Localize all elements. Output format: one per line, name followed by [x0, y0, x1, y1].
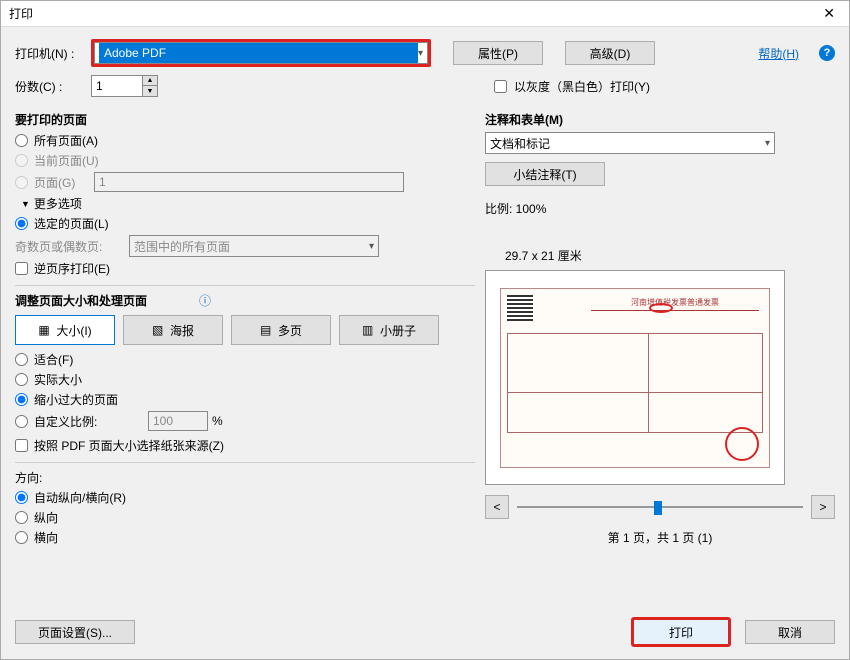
landscape-label: 横向 — [34, 529, 58, 546]
chevron-down-icon: ▾ — [418, 48, 423, 59]
preview-doc-title: 河南增值税发票普通发票 — [591, 297, 759, 311]
chevron-down-icon: ▾ — [369, 241, 374, 252]
booklet-icon: ▥ — [362, 323, 376, 337]
odd-even-value: 范围中的所有页面 — [134, 238, 230, 255]
tab-multiple[interactable]: ▤ 多页 — [231, 315, 331, 345]
tab-poster[interactable]: ▧ 海报 — [123, 315, 223, 345]
window-title: 打印 — [9, 5, 33, 22]
spin-up-icon[interactable]: ▲ — [143, 76, 157, 86]
more-options-label: 更多选项 — [34, 195, 82, 212]
all-pages-radio[interactable] — [15, 134, 28, 147]
selected-pages-label: 选定的页面(L) — [34, 215, 109, 232]
auto-orientation-label: 自动纵向/横向(R) — [34, 489, 126, 506]
close-icon[interactable]: ✕ — [817, 5, 841, 22]
cancel-button[interactable]: 取消 — [745, 620, 835, 644]
portrait-label: 纵向 — [34, 509, 58, 526]
current-page-label: 当前页面(U) — [34, 152, 99, 169]
tab-booklet[interactable]: ▥ 小册子 — [339, 315, 439, 345]
selected-pages-radio[interactable] — [15, 217, 28, 230]
tab-booklet-label: 小册子 — [380, 322, 416, 339]
grayscale-label: 以灰度（黑白色）打印(Y) — [514, 78, 650, 95]
help-link[interactable]: 帮助(H) — [758, 45, 799, 62]
shrink-label: 缩小过大的页面 — [34, 391, 118, 408]
custom-scale-label: 自定义比例: — [34, 413, 144, 430]
actual-size-label: 实际大小 — [34, 371, 82, 388]
tab-poster-label: 海报 — [170, 322, 194, 339]
orientation-title: 方向: — [15, 469, 475, 486]
comments-dropdown[interactable]: 文档和标记 ▾ — [485, 132, 775, 154]
preview-document: 河南增值税发票普通发票 — [500, 288, 770, 468]
info-icon[interactable]: ⓘ — [199, 292, 211, 309]
printer-dropdown[interactable]: Adobe PDF ▾ — [94, 42, 428, 64]
page-info: 第 1 页，共 1 页 (1) — [485, 529, 835, 546]
comments-value: 文档和标记 — [490, 135, 550, 152]
multiple-icon: ▤ — [260, 323, 274, 337]
sizing-title: 调整页面大小和处理页面 — [15, 292, 147, 309]
choose-paper-checkbox[interactable] — [15, 439, 28, 452]
prev-page-button[interactable]: < — [485, 495, 509, 519]
more-options-expander[interactable]: ▼ 更多选项 — [21, 195, 475, 212]
choose-paper-label: 按照 PDF 页面大小选择纸张来源(Z) — [34, 437, 224, 454]
comments-title: 注释和表单(M) — [485, 111, 835, 128]
portrait-radio[interactable] — [15, 511, 28, 524]
pages-range-label: 页面(G) — [34, 174, 90, 191]
tab-size[interactable]: ▦ 大小(I) — [15, 315, 115, 345]
page-setup-button[interactable]: 页面设置(S)... — [15, 620, 135, 644]
pages-to-print-title: 要打印的页面 — [15, 111, 475, 128]
chevron-down-icon: ▾ — [765, 138, 770, 149]
print-button[interactable]: 打印 — [631, 617, 731, 647]
page-slider[interactable] — [517, 497, 803, 517]
odd-even-label: 奇数页或偶数页: — [15, 238, 125, 255]
poster-icon: ▧ — [152, 323, 166, 337]
printer-label: 打印机(N) : — [15, 45, 85, 62]
paper-size-label: 29.7 x 21 厘米 — [505, 247, 835, 264]
current-page-radio — [15, 154, 28, 167]
printer-highlight: Adobe PDF ▾ — [91, 39, 431, 67]
custom-scale-input — [148, 411, 208, 431]
properties-button[interactable]: 属性(P) — [453, 41, 543, 65]
spin-down-icon[interactable]: ▼ — [143, 86, 157, 96]
tab-multiple-label: 多页 — [278, 322, 302, 339]
pages-range-input — [94, 172, 404, 192]
auto-orientation-radio[interactable] — [15, 491, 28, 504]
landscape-radio[interactable] — [15, 531, 28, 544]
advanced-button[interactable]: 高级(D) — [565, 41, 655, 65]
preview-table — [507, 333, 763, 433]
fit-label: 适合(F) — [34, 351, 73, 368]
next-page-button[interactable]: > — [811, 495, 835, 519]
size-icon: ▦ — [38, 323, 52, 337]
reverse-order-checkbox[interactable] — [15, 262, 28, 275]
grayscale-checkbox[interactable] — [494, 80, 507, 93]
odd-even-dropdown: 范围中的所有页面 ▾ — [129, 235, 379, 257]
red-highlight — [649, 303, 673, 313]
percent-label: % — [212, 414, 223, 428]
copies-spinner[interactable]: ▲ ▼ — [91, 75, 158, 97]
reverse-order-label: 逆页序打印(E) — [34, 260, 110, 277]
titlebar: 打印 ✕ — [1, 1, 849, 27]
print-dialog: 打印 ✕ 打印机(N) : Adobe PDF ▾ 属性(P) 高级(D) 帮助… — [0, 0, 850, 660]
shrink-radio[interactable] — [15, 393, 28, 406]
printer-selected: Adobe PDF — [99, 43, 418, 63]
qr-code-icon — [507, 295, 533, 321]
scale-label: 比例: 100% — [485, 200, 835, 217]
triangle-down-icon: ▼ — [21, 199, 30, 209]
print-preview: 河南增值税发票普通发票 — [485, 270, 785, 485]
fit-radio[interactable] — [15, 353, 28, 366]
copies-input[interactable] — [91, 75, 143, 97]
copies-label: 份数(C) : — [15, 78, 85, 95]
pages-range-radio — [15, 176, 28, 189]
all-pages-label: 所有页面(A) — [34, 132, 98, 149]
tab-size-label: 大小(I) — [56, 322, 91, 339]
actual-size-radio[interactable] — [15, 373, 28, 386]
summarize-comments-button[interactable]: 小结注释(T) — [485, 162, 605, 186]
custom-scale-radio[interactable] — [15, 415, 28, 428]
help-icon[interactable]: ? — [819, 45, 835, 61]
stamp-icon — [725, 427, 759, 461]
